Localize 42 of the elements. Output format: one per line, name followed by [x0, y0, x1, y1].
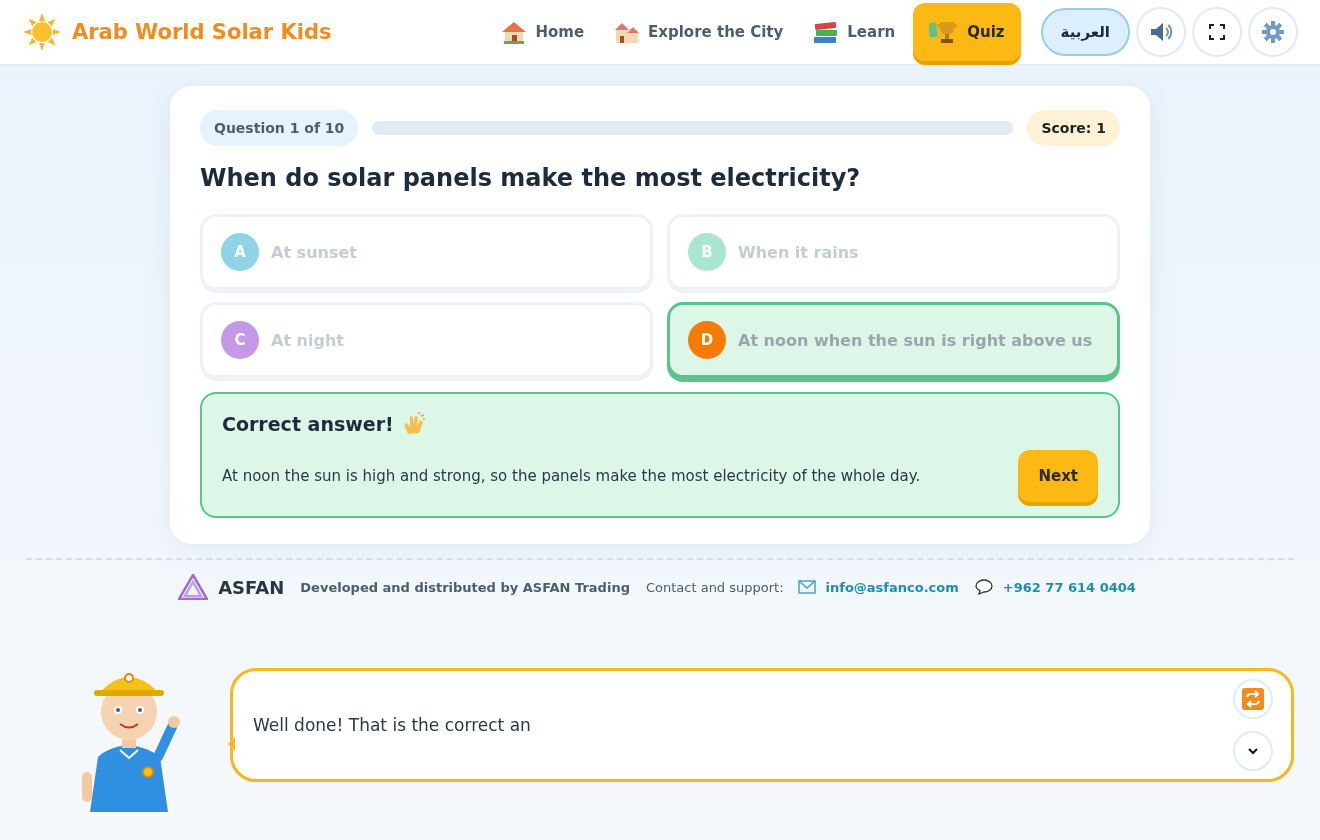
credit-text: Developed and distributed by ASFAN Trading — [300, 579, 630, 595]
sound-button[interactable] — [1136, 7, 1186, 57]
option-text: When it rains — [738, 242, 859, 262]
trophy-icon — [929, 19, 960, 45]
nav-tab[interactable]: Explore the City — [602, 3, 796, 61]
feedback-text: At noon the sun is high and strong, so the panels make the most electricity of the whole day. — [222, 467, 921, 485]
option-letter: A — [221, 233, 259, 271]
nav-tab[interactable]: Home — [489, 3, 597, 61]
settings-icon — [1261, 20, 1285, 44]
speaker-icon — [1149, 21, 1173, 43]
sun-icon — [22, 12, 62, 52]
speech-bubble-icon — [974, 579, 993, 595]
settings-button[interactable] — [1248, 7, 1298, 57]
fullscreen-button[interactable] — [1192, 7, 1242, 57]
fullscreen-icon — [1209, 24, 1225, 40]
asfan-logo-icon — [178, 574, 209, 600]
houses-icon — [614, 20, 641, 44]
option-text: At night — [271, 330, 344, 350]
company-name: ASFAN — [218, 576, 285, 598]
repeat-button[interactable] — [1233, 679, 1273, 719]
question-counter: Question 1 of 10 — [200, 110, 359, 146]
option-text: At sunset — [271, 242, 357, 262]
chevron-down-icon — [1248, 747, 1258, 755]
books-icon — [813, 20, 840, 44]
nav-tab[interactable]: Learn — [801, 3, 908, 61]
clapping-hands-icon — [401, 412, 426, 436]
house-icon — [501, 20, 528, 44]
contact-label: Contact and support: — [645, 579, 784, 595]
phone-link[interactable]: +962 77 614 0404 — [1002, 579, 1136, 595]
score-badge: Score: 1 — [1027, 110, 1120, 146]
email-link[interactable]: info@asfanco.com — [825, 579, 959, 595]
option-text: At noon when the sun is right above us — [738, 330, 1093, 350]
app-title: Arab World Solar Kids — [72, 20, 332, 44]
repeat-icon — [1242, 688, 1264, 710]
envelope-icon — [797, 580, 816, 594]
option-letter: D — [688, 321, 726, 359]
assistant-message: Well done! That is the correct an — [253, 715, 531, 735]
option-letter: B — [688, 233, 726, 271]
question-text: When do solar panels make the most electricity? — [200, 164, 862, 192]
feedback-title: Correct answer! — [222, 413, 394, 435]
option-letter: C — [221, 321, 259, 359]
language-button[interactable]: العربية — [1040, 8, 1130, 56]
